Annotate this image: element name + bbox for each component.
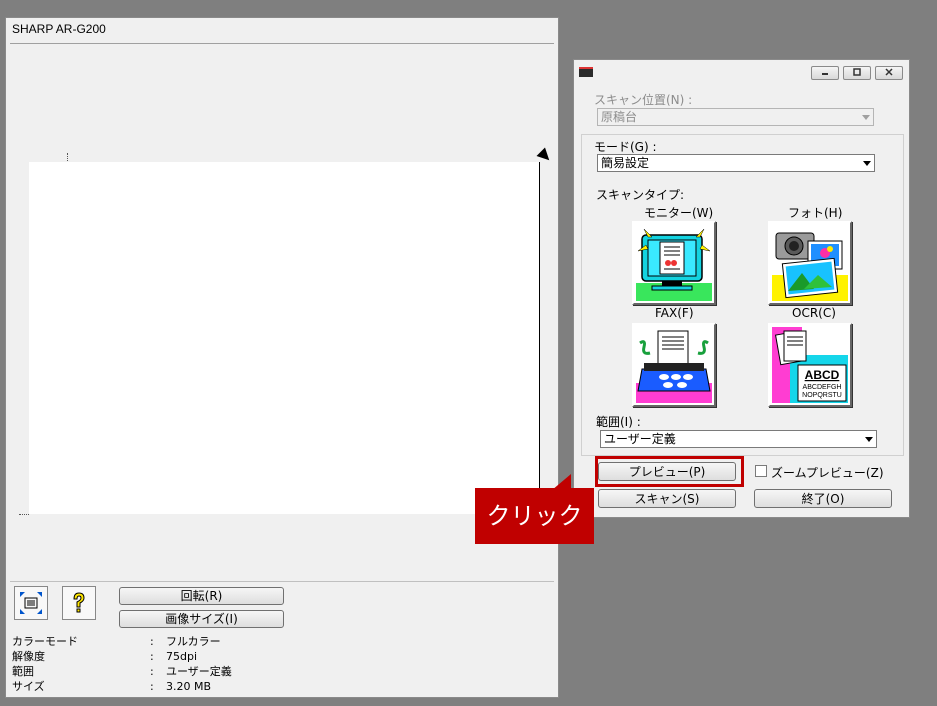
top-ruler-mark — [67, 153, 68, 161]
chevron-down-icon — [863, 161, 871, 166]
scan-position-select[interactable]: 原稿台 — [597, 108, 874, 126]
preview-window: SHARP AR-G200 回転(R) 画像サイズ(I) カラーモード : フル… — [5, 17, 559, 698]
ocr-sample-line2: NOPQRSTU — [802, 392, 842, 399]
close-icon — [885, 68, 893, 76]
fax-icon — [634, 325, 714, 405]
minimize-icon — [822, 73, 828, 75]
photo-label: フォト(H) — [788, 206, 843, 220]
ocr-sample-line1: ABCDEFGH — [803, 384, 842, 391]
maximize-icon — [853, 68, 861, 76]
mode-select[interactable]: 簡易設定 — [597, 154, 875, 172]
range-label: 範囲(I) : — [596, 415, 641, 429]
photo-icon — [770, 223, 850, 303]
fax-label: FAX(F) — [655, 306, 694, 320]
scan-position-label: スキャン位置(N) : — [594, 93, 693, 107]
chevron-down-icon — [862, 115, 870, 120]
photo-scan-button[interactable] — [768, 221, 852, 305]
maximize-button[interactable] — [843, 66, 871, 80]
image-size-button[interactable]: 画像サイズ(I) — [119, 610, 284, 628]
ocr-label: OCR(C) — [792, 306, 836, 320]
exit-button[interactable]: 終了(O) — [754, 489, 892, 508]
ocr-sample-big: ABCD — [805, 368, 840, 382]
scan-dialog: スキャン位置(N) : 原稿台 モード(G) : 簡易設定 スキャンタイプ: モ… — [573, 59, 910, 518]
zoom-preview-label: ズームプレビュー(Z) — [771, 466, 884, 480]
range-select[interactable]: ユーザー定義 — [600, 430, 877, 448]
rotate-button[interactable]: 回転(R) — [119, 587, 284, 605]
preview-canvas[interactable] — [29, 162, 539, 514]
preview-button-highlight — [595, 456, 744, 487]
divider — [10, 581, 554, 582]
window-title: SHARP AR-G200 — [12, 22, 106, 36]
zoom-preview-checkbox[interactable] — [755, 465, 767, 477]
left-ruler-mark — [19, 514, 29, 515]
click-callout: クリック — [475, 488, 594, 544]
monitor-icon — [634, 223, 714, 303]
selection-edge — [539, 162, 540, 514]
chevron-down-icon — [865, 437, 873, 442]
close-button[interactable] — [875, 66, 903, 80]
fax-scan-button[interactable] — [632, 323, 716, 407]
help-button[interactable] — [62, 586, 96, 620]
scan-settings-group: モード(G) : 簡易設定 スキャンタイプ: モニター(W) フォト(H) FA… — [581, 134, 904, 456]
fit-page-button[interactable] — [14, 586, 48, 620]
preview-area — [10, 43, 554, 581]
app-icon — [579, 67, 593, 77]
scan-button[interactable]: スキャン(S) — [598, 489, 736, 508]
help-icon — [73, 592, 85, 613]
monitor-label: モニター(W) — [644, 206, 714, 220]
minimize-button[interactable] — [811, 66, 839, 80]
monitor-scan-button[interactable] — [632, 221, 716, 305]
mode-label: モード(G) : — [594, 140, 657, 154]
scan-type-label: スキャンタイプ: — [596, 188, 685, 202]
fit-page-icon — [20, 592, 42, 614]
ocr-icon: ABCD ABCDEFGH NOPQRSTU — [770, 325, 850, 405]
ocr-scan-button[interactable]: ABCD ABCDEFGH NOPQRSTU — [768, 323, 852, 407]
